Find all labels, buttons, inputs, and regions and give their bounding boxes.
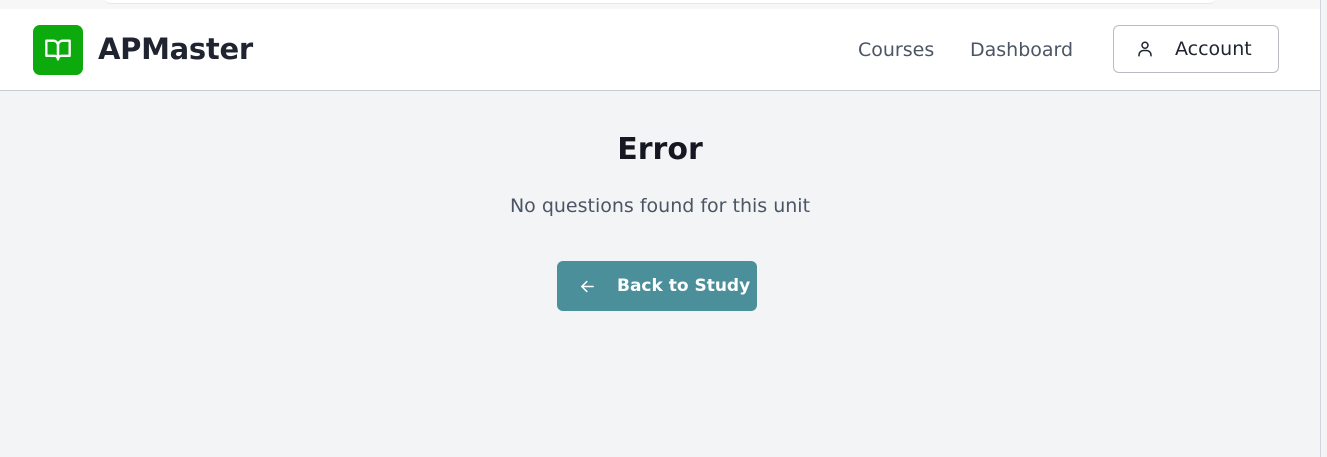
user-icon	[1138, 41, 1152, 57]
navbar: APMaster Courses Dashboard Account	[0, 9, 1320, 91]
nav-link-courses[interactable]: Courses	[858, 38, 934, 62]
logo[interactable]	[33, 25, 83, 75]
back-button-label: Back to Study	[617, 276, 751, 296]
browser-top-strip	[0, 0, 1320, 9]
nav-link-dashboard[interactable]: Dashboard	[970, 38, 1073, 62]
open-book-icon	[45, 39, 71, 61]
account-label: Account	[1175, 38, 1252, 60]
arrow-left-icon	[581, 280, 594, 293]
error-title: Error	[617, 132, 703, 167]
brand-name[interactable]: APMaster	[98, 31, 253, 67]
back-to-study-button[interactable]: Back to Study	[557, 261, 757, 311]
page: APMaster Courses Dashboard Account Error…	[0, 0, 1321, 457]
top-edge-bar	[106, 0, 1214, 4]
account-button[interactable]: Account	[1113, 25, 1279, 73]
error-message: No questions found for this unit	[509, 195, 811, 217]
